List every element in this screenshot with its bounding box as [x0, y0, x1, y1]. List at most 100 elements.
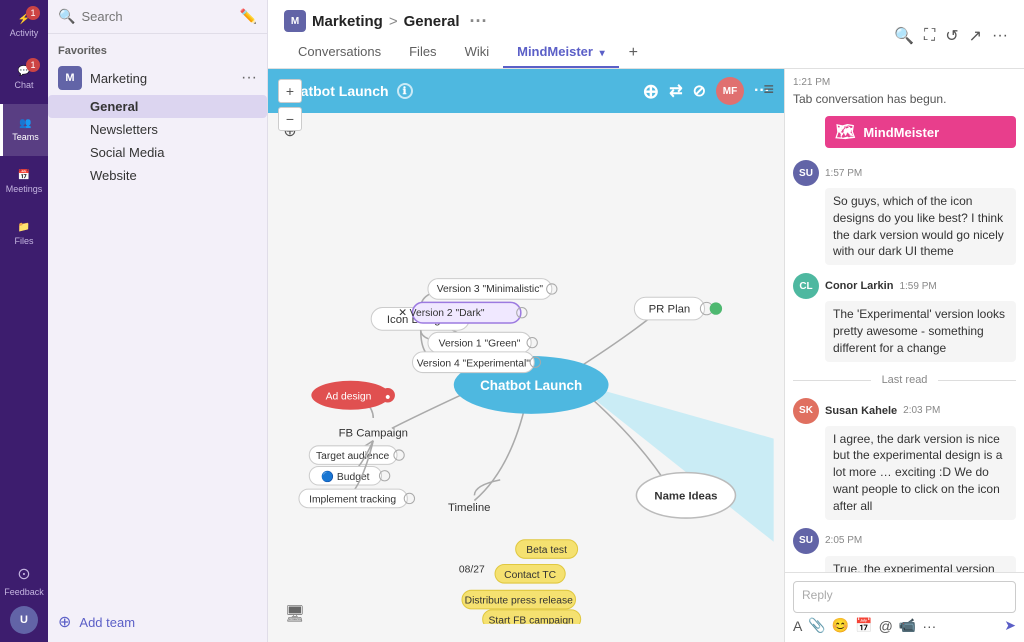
channel-general[interactable]: General — [48, 95, 267, 118]
teams-icon: 👥 — [19, 118, 31, 129]
send-button[interactable]: ➤ — [1004, 617, 1016, 634]
files-label: Files — [14, 236, 33, 246]
meetings-label: Meetings — [6, 184, 43, 194]
reply-placeholder: Reply — [802, 588, 833, 602]
last-read-divider: Last read — [793, 370, 1016, 390]
msg-time-1: 1:57 PM — [825, 168, 862, 179]
channel-website[interactable]: Website — [48, 164, 267, 187]
meetings-icon: 📅 — [18, 170, 30, 181]
svg-text:●: ● — [385, 391, 391, 401]
schedule-icon[interactable]: 📅 — [855, 617, 872, 634]
info-icon[interactable]: ℹ — [397, 83, 413, 99]
search-input[interactable] — [81, 9, 233, 24]
mindmeister-card-icon: 🗺 — [835, 122, 855, 142]
teams-panel: 🔍 ✏️ Favorites M Marketing ··· General N… — [48, 0, 268, 642]
mindmap-area: Chatbot Launch ℹ ⊕ ⇄ ⊘ MF ··· + − ⊕ ≡ — [268, 69, 784, 642]
mindmeister-actions: ⊕ ⇄ ⊘ MF ··· — [642, 77, 770, 105]
main-content: M Marketing > General ··· Conversations … — [268, 0, 1024, 642]
team-marketing-icon: M — [58, 66, 82, 90]
msg-body-4: True, the experimental version would hav… — [825, 556, 1016, 572]
channel-social-media[interactable]: Social Media — [48, 141, 267, 164]
header-share-icon[interactable]: ↗ — [969, 26, 982, 46]
tab-wiki[interactable]: Wiki — [451, 38, 504, 68]
team-marketing-label: Marketing — [90, 71, 147, 86]
team-marketing[interactable]: M Marketing ··· — [48, 61, 267, 95]
header-tabs: Conversations Files Wiki MindMeister ▾ + — [284, 38, 894, 68]
breadcrumb-sep: > — [389, 13, 398, 30]
svg-text:08/27: 08/27 — [459, 565, 485, 576]
tab-wiki-label: Wiki — [465, 44, 490, 59]
chat-toolbar: A 📎 😊 📅 @ 📹 ··· ➤ — [793, 617, 1016, 634]
tab-conversations-label: Conversations — [298, 44, 381, 59]
sidebar-item-chat[interactable]: 1 💬 Chat — [0, 52, 48, 104]
channel-newsletters[interactable]: Newsletters — [48, 118, 267, 141]
tab-conversations[interactable]: Conversations — [284, 38, 395, 68]
chat-message-3: SK Susan Kahele 2:03 PM I agree, the dar… — [793, 398, 1016, 520]
chat-panel: 1:21 PM Tab conversation has begun. 🗺 Mi… — [784, 69, 1024, 642]
svg-text:Version 4 "Experimental": Version 4 "Experimental" — [417, 358, 531, 369]
header-more-options-icon[interactable]: ··· — [992, 27, 1008, 45]
msg-header-4: SU 2:05 PM — [793, 528, 1016, 554]
svg-text:✕ Version 2 "Dark": ✕ Version 2 "Dark" — [398, 308, 485, 319]
chat-message-2: CL Conor Larkin 1:59 PM The 'Experimenta… — [793, 273, 1016, 361]
more-tools-icon[interactable]: ··· — [922, 618, 936, 634]
sidebar-item-teams[interactable]: 👥 Teams — [0, 104, 48, 156]
breadcrumb-channel: General — [404, 13, 460, 30]
team-more-icon[interactable]: ··· — [241, 69, 257, 87]
sidebar-item-files[interactable]: 📁 Files — [0, 208, 48, 260]
mindmap-svg: Chatbot Launch Icon Designs Version 3 "M… — [268, 129, 784, 624]
add-tab-button[interactable]: + — [619, 38, 648, 68]
format-icon[interactable]: A — [793, 618, 802, 634]
link-icon[interactable]: ⇄ — [669, 81, 682, 101]
msg-name-2: Conor Larkin — [825, 280, 893, 292]
edit-icon[interactable]: ✏️ — [240, 8, 257, 25]
svg-text:Target audience: Target audience — [316, 451, 390, 462]
sidebar-icons: 1 ⚡ Activity 1 💬 Chat 👥 Teams 📅 Meetings… — [0, 0, 48, 642]
header-search-icon[interactable]: 🔍 — [894, 26, 914, 46]
mindmeister-card-label: MindMeister — [863, 125, 939, 140]
msg-body-1: So guys, which of the icon designs do yo… — [825, 188, 1016, 265]
tab-mindmeister[interactable]: MindMeister ▾ — [503, 38, 619, 68]
header-expand-icon[interactable]: ⛶ — [924, 27, 935, 45]
favorites-section: Favorites — [48, 34, 267, 61]
channel-general-label: General — [90, 99, 138, 114]
svg-text:Chatbot Launch: Chatbot Launch — [480, 378, 582, 393]
teams-label: Teams — [12, 132, 39, 142]
avatar-1: SU — [793, 160, 819, 186]
at-icon[interactable]: @ — [879, 618, 893, 634]
sidebar-item-meetings[interactable]: 📅 Meetings — [0, 156, 48, 208]
svg-text:Version 3 "Minimalistic": Version 3 "Minimalistic" — [437, 284, 544, 295]
breadcrumb: M Marketing > General ··· — [284, 10, 894, 32]
chat-message-4: SU 2:05 PM True, the experimental versio… — [793, 528, 1016, 572]
sidebar-item-feedback[interactable]: ⊙ Feedback — [0, 554, 48, 606]
emoji-icon[interactable]: 😊 — [832, 617, 849, 634]
reply-input[interactable]: Reply — [793, 581, 1016, 613]
search-icon: 🔍 — [58, 8, 75, 25]
sidebar-item-activity[interactable]: 1 ⚡ Activity — [0, 0, 48, 52]
system-message: 1:21 PM Tab conversation has begun. — [793, 77, 1016, 108]
zoom-out-button[interactable]: − — [278, 107, 302, 131]
add-node-icon[interactable]: ⊕ — [642, 79, 659, 104]
svg-text:Beta test: Beta test — [526, 545, 567, 556]
feedback-icon: ⊙ — [17, 564, 30, 584]
avatar-2: CL — [793, 273, 819, 299]
gif-icon[interactable]: 📹 — [899, 617, 916, 634]
msg-time-4: 2:05 PM — [825, 535, 862, 546]
user-avatar[interactable]: U — [10, 606, 38, 634]
svg-text:Ad design: Ad design — [326, 391, 372, 402]
header-refresh-icon[interactable]: ↺ — [945, 26, 958, 46]
team-avatar: M — [284, 10, 306, 32]
header-more-icon[interactable]: ··· — [470, 11, 488, 32]
svg-text:FB Campaign: FB Campaign — [339, 428, 408, 440]
mindmeister-title-bar: Chatbot Launch ℹ ⊕ ⇄ ⊘ MF ··· — [268, 69, 784, 113]
add-team-button[interactable]: ⊕ Add team — [48, 606, 267, 642]
msg-body-2: The 'Experimental' version looks pretty … — [825, 301, 1016, 361]
svg-text:Start FB campaign: Start FB campaign — [489, 615, 575, 624]
mindmap-menu-icon[interactable]: ≡ — [763, 79, 774, 100]
tab-files[interactable]: Files — [395, 38, 450, 68]
attach-icon[interactable]: 📎 — [808, 617, 825, 634]
zoom-in-button[interactable]: + — [278, 79, 302, 103]
svg-text:Implement tracking: Implement tracking — [309, 495, 396, 506]
block-icon[interactable]: ⊘ — [693, 81, 706, 101]
activity-badge: 1 — [26, 6, 40, 20]
